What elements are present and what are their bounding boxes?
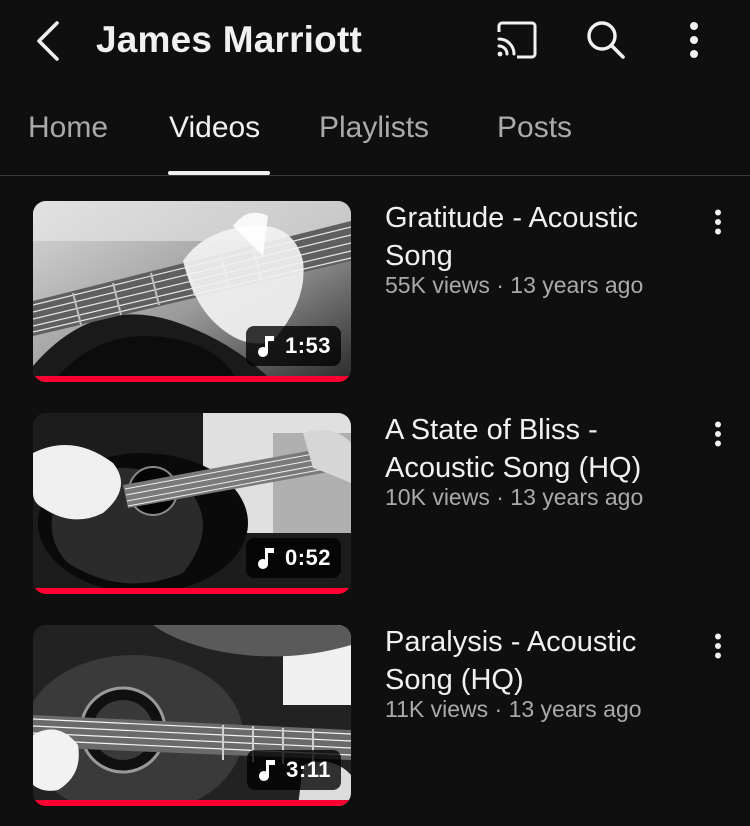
upload-age: 13 years ago [508,696,642,722]
video-options-button[interactable] [698,414,738,454]
meta-separator: · [494,696,503,722]
more-options-button[interactable] [668,14,720,66]
view-count: 11K views [385,696,489,722]
duration-label: 0:52 [284,545,331,570]
tab-videos[interactable]: Videos [169,106,260,150]
video-metadata: 10K views · 13 years ago [385,483,705,511]
more-vertical-icon [690,22,698,58]
video-item[interactable]: 3:11 Paralysis - Acoustic Song (HQ) 11K … [0,600,750,806]
duration-label: 1:53 [284,333,331,358]
video-title[interactable]: A State of Bliss - Acoustic Song (HQ) [385,411,685,487]
music-note-icon [257,548,274,569]
watch-progress-bar [33,800,351,806]
active-tab-indicator [168,171,270,175]
upload-age: 13 years ago [510,484,644,510]
channel-name: James Marriott [96,19,363,60]
more-vertical-icon [715,421,721,447]
duration-label: 3:11 [286,757,331,782]
video-options-button[interactable] [698,202,738,242]
meta-separator: · [496,272,504,298]
duration-badge: 0:52 [245,538,341,578]
tab-playlists[interactable]: Playlists [319,106,429,150]
more-vertical-icon [715,633,721,659]
search-icon [587,21,625,59]
video-metadata: 11K views · 13 years ago [385,695,705,723]
music-note-icon [257,336,274,357]
video-item[interactable]: 1:53 Gratitude - Acoustic Song 55K views… [0,176,750,382]
video-metadata: 55K views · 13 years ago [385,271,705,299]
video-item[interactable]: 0:52 A State of Bliss - Acoustic Song (H… [0,388,750,594]
video-thumbnail[interactable]: 1:53 [33,201,351,382]
top-app-bar: James Marriott [0,0,750,82]
channel-tabs: Home Videos Playlists Posts [0,92,750,176]
video-title[interactable]: Paralysis - Acoustic Song (HQ) [385,623,685,699]
video-thumbnail[interactable]: 3:11 [33,625,351,806]
tab-posts[interactable]: Posts [497,106,572,150]
video-thumbnail[interactable]: 0:52 [33,413,351,594]
video-title[interactable]: Gratitude - Acoustic Song [385,199,685,275]
chevron-left-icon [37,21,59,61]
video-list: 1:53 Gratitude - Acoustic Song 55K views… [0,176,750,826]
cast-button[interactable] [491,14,543,66]
duration-badge: 1:53 [245,326,341,366]
upload-age: 13 years ago [510,272,644,298]
view-count: 10K views [385,484,490,510]
meta-separator: · [496,484,504,510]
music-note-icon [259,760,276,781]
video-options-button[interactable] [698,626,738,666]
tab-home[interactable]: Home [28,106,108,150]
watch-progress-bar [33,376,351,382]
duration-badge: 3:11 [247,750,341,790]
view-count: 55K views [385,272,490,298]
watch-progress-bar [33,588,351,594]
more-vertical-icon [715,209,721,235]
cast-icon [497,21,537,59]
search-button[interactable] [580,14,632,66]
back-button[interactable] [28,14,68,68]
